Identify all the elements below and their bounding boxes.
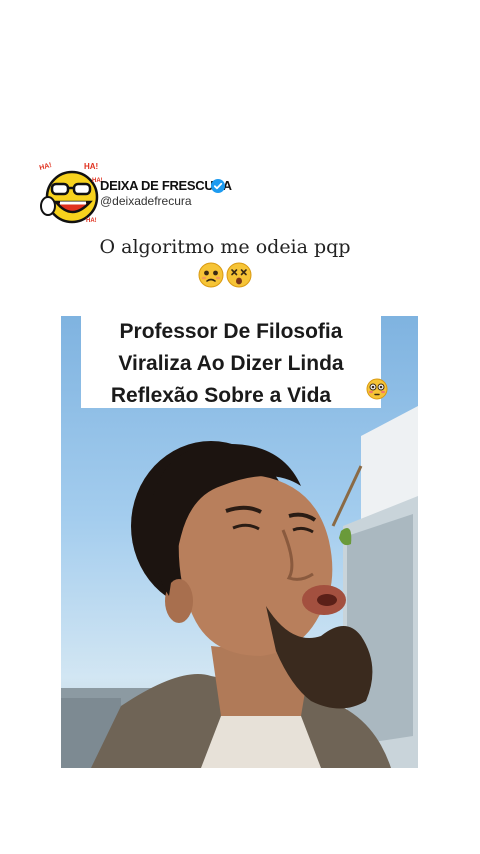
caption-emojis xyxy=(196,262,256,290)
overlay-line-1: Professor De Filosofia xyxy=(119,320,343,343)
svg-text:HA!: HA! xyxy=(86,218,97,224)
flushed-face-icon xyxy=(366,378,388,400)
account-handle[interactable]: @deixadefrecura xyxy=(100,194,192,208)
post-caption: O algoritmo me odeia pqp xyxy=(99,236,351,258)
svg-text:HA!: HA! xyxy=(39,162,53,172)
verified-check-icon xyxy=(211,179,225,193)
overlay-line-2: Viraliza Ao Dizer Linda xyxy=(118,352,344,375)
svg-text:HA!: HA! xyxy=(84,162,98,171)
video-title-overlay: Professor De Filosofia Viraliza Ao Dizer… xyxy=(81,316,381,412)
pleading-face-icon xyxy=(198,262,224,288)
laughing-face-logo-icon: HA! HA! HA! HA! xyxy=(39,162,102,224)
post-header[interactable]: HA! HA! HA! HA! DEIXA DE FRESCURA @deixa… xyxy=(38,160,278,226)
dizzy-face-icon xyxy=(226,262,252,288)
overlay-line-3: Reflexão Sobre a Vida xyxy=(110,384,332,407)
post-page: HA! HA! HA! HA! DEIXA DE FRESCURA @deixa… xyxy=(0,0,480,854)
video-player[interactable]: Professor De Filosofia Viraliza Ao Dizer… xyxy=(61,316,418,768)
